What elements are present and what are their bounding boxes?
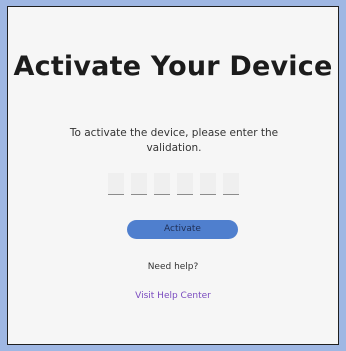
code-digit-6[interactable] (222, 173, 239, 195)
activation-card: Activate Your Device To activate the dev… (7, 6, 339, 345)
code-digit-1[interactable] (107, 173, 124, 195)
page-title: Activate Your Device (13, 51, 333, 82)
code-digit-2[interactable] (130, 173, 147, 195)
activate-button[interactable]: Activate (127, 220, 238, 239)
validation-code-inputs (8, 173, 338, 195)
code-digit-4[interactable] (176, 173, 193, 195)
help-center-link[interactable]: Visit Help Center (8, 291, 338, 301)
help-prompt: Need help? (147, 262, 199, 272)
code-digit-3[interactable] (153, 173, 170, 195)
instructions-text: To activate the device, please enter the… (69, 127, 279, 154)
code-digit-5[interactable] (199, 173, 216, 195)
